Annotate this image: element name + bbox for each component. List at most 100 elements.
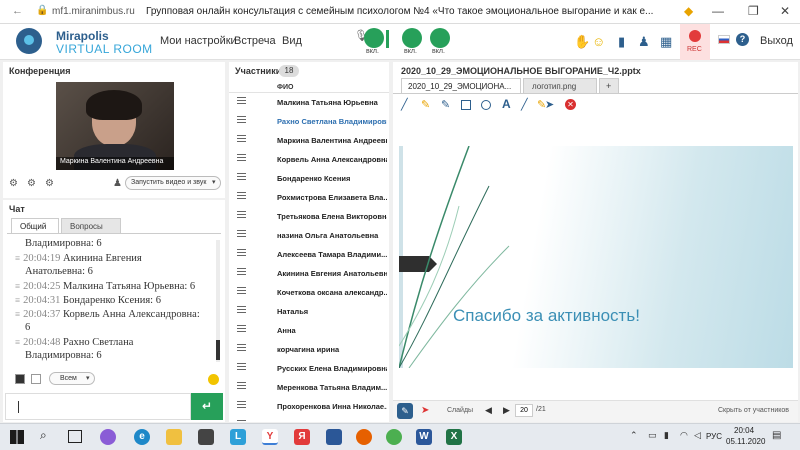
record-button[interactable]: REC: [680, 24, 710, 60]
battery-icon[interactable]: ▮: [664, 430, 669, 441]
drag-handle-icon[interactable]: [237, 382, 246, 389]
participant-row[interactable]: Малкина Татьяна Юрьевна: [229, 93, 387, 112]
column-header-name[interactable]: ФИО: [277, 84, 293, 91]
statistics-icon[interactable]: ▮: [618, 34, 625, 50]
alice-icon[interactable]: [100, 429, 116, 445]
users-icon[interactable]: ♟: [638, 34, 650, 50]
notifications-icon[interactable]: ▤: [772, 430, 781, 441]
participant-row[interactable]: Корвель Анна Александровна: [229, 150, 387, 169]
tray-icon[interactable]: ▭: [648, 430, 657, 441]
windows-start-icon[interactable]: [10, 430, 24, 444]
language-indicator[interactable]: РУС: [706, 432, 722, 441]
participant-row[interactable]: корчагина ирина: [229, 340, 387, 359]
laser-pointer-icon[interactable]: ➤: [421, 405, 429, 416]
chat-messages[interactable]: Владимировна: 6 ≡ 20:04:19 Акинина Евгени…: [7, 233, 221, 363]
hide-from-participants-link[interactable]: Скрыть от участников: [718, 407, 789, 414]
participant-row[interactable]: Рохмистрова Елизавета Вла...: [229, 188, 387, 207]
drag-handle-icon[interactable]: [237, 173, 246, 180]
app-l-icon[interactable]: L: [230, 429, 246, 445]
raise-hand-icon[interactable]: ✋: [574, 34, 590, 50]
drag-handle-icon[interactable]: [237, 97, 246, 104]
drag-handle-icon[interactable]: [237, 211, 246, 218]
drag-handle-icon[interactable]: [237, 154, 246, 161]
participant-row[interactable]: Анна: [229, 321, 387, 340]
drag-handle-icon[interactable]: [237, 325, 246, 332]
drag-handle-icon[interactable]: [237, 401, 246, 408]
participant-row[interactable]: Акинина Евгения Анатольевна: [229, 264, 387, 283]
slide-number-input[interactable]: 20: [515, 404, 533, 417]
help-icon[interactable]: ?: [736, 33, 749, 46]
yandex-browser-icon[interactable]: Y: [262, 429, 278, 445]
language-flag-icon[interactable]: [718, 35, 730, 44]
line-tool-icon[interactable]: ╱: [521, 98, 528, 111]
participant-row[interactable]: Алексеева Тамара Владими...: [229, 245, 387, 264]
drag-handle-icon[interactable]: [237, 363, 246, 370]
task-view-icon[interactable]: [68, 430, 82, 443]
chat-scrollbar[interactable]: [216, 240, 220, 362]
tab-logo-image[interactable]: логотип.png: [523, 78, 597, 93]
restore-icon[interactable]: ❐: [748, 4, 759, 18]
minimize-icon[interactable]: —: [712, 4, 724, 18]
recipient-dropdown[interactable]: Всем ▾: [49, 372, 95, 385]
search-icon[interactable]: ⌕: [40, 428, 47, 443]
annotation-pen-icon[interactable]: ✎: [397, 403, 413, 419]
ellipse-tool-icon[interactable]: [481, 100, 491, 110]
video-feed[interactable]: Маркина Валентина Андреевна: [56, 82, 174, 170]
background-color-icon[interactable]: [31, 374, 41, 384]
edge-browser-icon[interactable]: e: [134, 429, 150, 445]
camera-settings-icon[interactable]: ⚙: [9, 178, 18, 189]
layout-icon[interactable]: ▦: [660, 34, 672, 50]
photos-icon[interactable]: [326, 429, 342, 445]
pointer-tool-icon[interactable]: ➤: [545, 98, 554, 111]
text-tool-icon[interactable]: A: [502, 97, 511, 111]
clock-time[interactable]: 20:04: [734, 426, 754, 435]
speaker-settings-icon[interactable]: ⚙: [45, 178, 54, 189]
url-text[interactable]: mf1.miranimbus.ru: [52, 6, 135, 17]
exit-button[interactable]: Выход: [760, 35, 793, 47]
file-explorer-icon[interactable]: [166, 429, 182, 445]
rectangle-tool-icon[interactable]: [461, 100, 471, 110]
next-slide-icon[interactable]: ▶: [503, 405, 510, 416]
screen-share-toggle-button[interactable]: [430, 28, 450, 48]
drag-handle-icon[interactable]: [237, 135, 246, 142]
pen-tool-icon[interactable]: ╱: [401, 98, 408, 111]
drag-handle-icon[interactable]: [237, 287, 246, 294]
menu-meeting[interactable]: Встреча: [234, 35, 276, 47]
slides-label[interactable]: Слайды: [447, 407, 473, 414]
start-video-dropdown[interactable]: Запустить видео и звук ▾: [125, 176, 221, 190]
drag-handle-icon[interactable]: [237, 192, 246, 199]
microphone-toggle-button[interactable]: [364, 28, 384, 48]
chrome-icon[interactable]: [386, 429, 402, 445]
close-icon[interactable]: ✕: [780, 4, 790, 18]
word-icon[interactable]: W: [416, 429, 432, 445]
participant-row[interactable]: Меренкова Татьяна Владим...: [229, 378, 387, 397]
participant-row[interactable]: назина Ольга Анатольевна: [229, 226, 387, 245]
drag-handle-icon[interactable]: [237, 306, 246, 313]
bookmark-icon[interactable]: ◆: [684, 4, 693, 18]
drag-handle-icon[interactable]: [237, 249, 246, 256]
tab-questions[interactable]: Вопросы: [61, 218, 121, 233]
text-color-icon[interactable]: [15, 374, 25, 384]
volume-icon[interactable]: ◁: [694, 430, 701, 441]
firefox-icon[interactable]: [356, 429, 372, 445]
participant-row[interactable]: Третьякова Елена Викторовна: [229, 207, 387, 226]
excel-icon[interactable]: X: [446, 429, 462, 445]
yandex-icon[interactable]: Я: [294, 429, 310, 445]
drag-handle-icon[interactable]: [237, 230, 246, 237]
chat-scrollbar-thumb[interactable]: [216, 340, 220, 360]
drag-handle-icon[interactable]: [237, 116, 246, 123]
participant-row[interactable]: Прохоренкова Инна Николае...: [229, 397, 387, 416]
slide-canvas[interactable]: Спасибо за активность!: [399, 146, 793, 368]
brush-tool-icon[interactable]: ✎: [441, 98, 450, 111]
emoji-icon[interactable]: ☺: [592, 34, 605, 49]
back-arrow-icon[interactable]: ←: [12, 5, 23, 17]
participant-row[interactable]: Маркина Валентина Андреевна: [229, 131, 387, 150]
clock-date[interactable]: 05.11.2020: [726, 437, 765, 446]
previous-slide-icon[interactable]: ◀: [485, 405, 492, 416]
store-icon[interactable]: [198, 429, 214, 445]
marker-tool-icon[interactable]: ✎: [421, 98, 430, 111]
add-tab-button[interactable]: +: [599, 78, 619, 93]
mic-settings-icon[interactable]: ⚙: [27, 178, 36, 189]
camera-toggle-button[interactable]: [402, 28, 422, 48]
network-icon[interactable]: ◠: [680, 430, 688, 441]
